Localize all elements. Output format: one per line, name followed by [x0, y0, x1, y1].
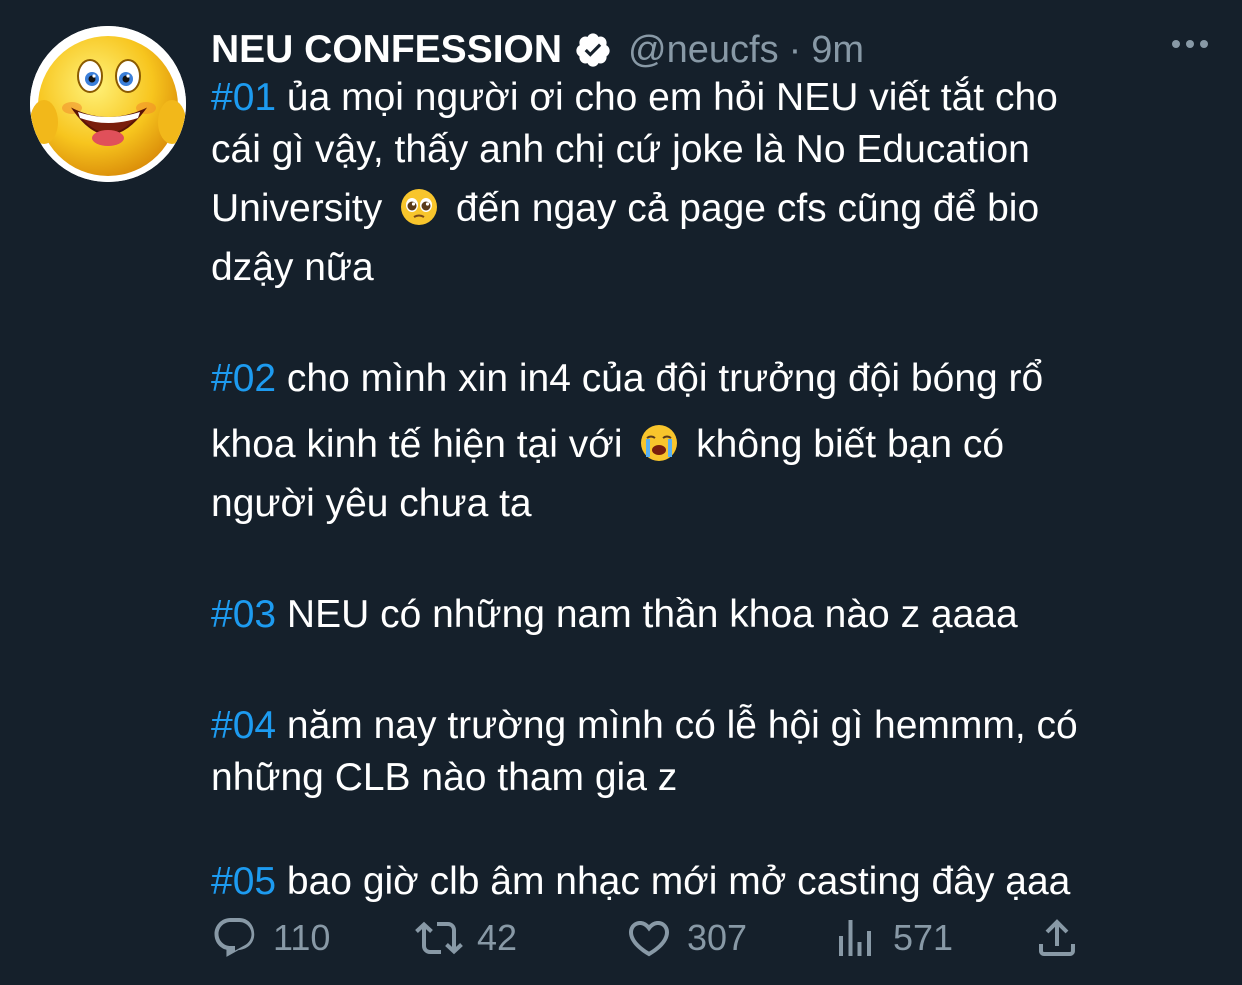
more-options-icon[interactable]: [1170, 34, 1210, 54]
post-01-line-1: ủa mọi người ơi cho em hỏi NEU viết tắt …: [276, 76, 1058, 119]
hashtag-04[interactable]: #04: [211, 704, 276, 747]
author-handle[interactable]: @neucfs: [628, 29, 779, 72]
tweet-header: NEU CONFESSION @neucfs · 9m: [211, 22, 864, 78]
pleading-face-emoji-icon: [399, 182, 439, 225]
smiley-avatar-image: [30, 26, 186, 182]
hashtag-01[interactable]: #01: [211, 76, 276, 119]
analytics-icon: [839, 920, 871, 956]
timestamp[interactable]: 9m: [811, 29, 864, 72]
post-05-line-1: bao giờ clb âm nhạc mới mở casting đây ạ…: [276, 860, 1071, 903]
retweet-button[interactable]: 42: [415, 908, 517, 968]
verified-badge-icon: [574, 31, 612, 69]
post-04: #04 năm nay trường mình có lễ hội gì hem…: [211, 700, 1211, 804]
reply-button[interactable]: 110: [211, 908, 330, 968]
loudly-crying-face-emoji-icon: [639, 418, 679, 461]
like-button[interactable]: 307: [625, 908, 747, 968]
post-02-line-1: cho mình xin in4 của đội trưởng đội bóng…: [276, 357, 1044, 400]
reply-icon: [214, 918, 255, 957]
post-02-line-2b: không biết bạn có: [685, 423, 1005, 466]
post-02-line-3: người yêu chưa ta: [211, 482, 532, 525]
share-button[interactable]: [1033, 908, 1095, 968]
hashtag-02[interactable]: #02: [211, 357, 276, 400]
post-01-line-3a: University: [211, 187, 394, 230]
reply-count: 110: [273, 917, 331, 958]
post-01-line-3b: đến ngay cả page cfs cũng để bio: [445, 187, 1040, 230]
heart-icon: [628, 921, 670, 957]
like-count: 307: [687, 917, 748, 958]
post-02-line-2a: khoa kinh tế hiện tại với: [211, 423, 634, 466]
avatar[interactable]: [30, 26, 186, 182]
views-button[interactable]: 571: [831, 908, 953, 968]
post-03: #03 NEU có những nam thần khoa nào z ạaa…: [211, 582, 1211, 648]
author-name[interactable]: NEU CONFESSION: [211, 28, 562, 72]
post-03-line-1: NEU có những nam thần khoa nào z ạaaa: [276, 593, 1018, 636]
views-count: 571: [893, 917, 954, 958]
tweet-actions: 110 42 307 571: [211, 908, 1211, 968]
post-05: #05 bao giờ clb âm nhạc mới mở casting đ…: [211, 856, 1211, 908]
post-01-line-4: dzậy nữa: [211, 246, 374, 289]
share-icon: [1039, 919, 1075, 956]
tweet-text: #01 ủa mọi người ơi cho em hỏi NEU viết …: [211, 72, 1211, 960]
retweet-icon: [415, 921, 463, 955]
hashtag-05[interactable]: #05: [211, 860, 276, 903]
post-04-line-2: những CLB nào tham gia z: [211, 756, 678, 799]
hashtag-03[interactable]: #03: [211, 593, 276, 636]
post-02: #02 cho mình xin in4 của đội trưởng đội …: [211, 346, 1211, 530]
post-04-line-1: năm nay trường mình có lễ hội gì hemmm, …: [276, 704, 1078, 747]
retweet-count: 42: [477, 917, 518, 958]
post-01: #01 ủa mọi người ơi cho em hỏi NEU viết …: [211, 72, 1211, 294]
separator-dot: ·: [788, 28, 802, 71]
post-01-line-2: cái gì vậy, thấy anh chị cứ joke là No E…: [211, 128, 1030, 171]
